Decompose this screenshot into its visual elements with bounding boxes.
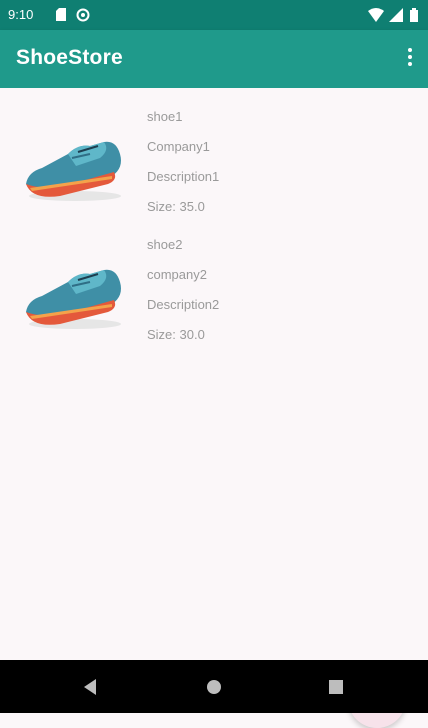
sim-card-icon — [56, 8, 66, 21]
recents-icon[interactable] — [326, 677, 346, 697]
shoe-description: Description2 — [147, 297, 220, 312]
shoe-size: Size: 30.0 — [147, 327, 205, 342]
shoe-list-item[interactable]: shoe1 Company1 Description1 Size: 35.0 — [0, 102, 428, 224]
shoe-image — [26, 269, 121, 329]
status-time: 9:10 — [8, 7, 34, 22]
shoe-company: company2 — [147, 267, 207, 282]
back-icon[interactable] — [80, 677, 100, 697]
shoe-name: shoe1 — [147, 109, 183, 124]
shoe-list-item[interactable]: shoe2 company2 Description2 Size: 30.0 — [0, 230, 428, 352]
shoe-size: Size: 35.0 — [147, 199, 205, 214]
wifi-icon — [368, 8, 384, 22]
data-saver-icon — [76, 8, 90, 22]
shoe-description: Description1 — [147, 169, 220, 184]
navigation-bar — [0, 660, 428, 713]
app-title: ShoeStore — [16, 46, 123, 69]
shoe-company: Company1 — [147, 139, 210, 154]
more-vert-icon[interactable] — [406, 48, 414, 70]
status-bar: 9:10 — [0, 0, 428, 30]
battery-icon — [410, 8, 418, 22]
cellular-signal-icon — [389, 8, 403, 22]
app-bar: ShoeStore — [0, 30, 428, 88]
home-icon[interactable] — [204, 677, 224, 697]
shoe-details: shoe2 company2 Description2 Size: 30.0 — [147, 230, 219, 350]
shoe-list: shoe1 Company1 Description1 Size: 35.0 s… — [0, 88, 428, 728]
shoe-image — [26, 141, 121, 201]
shoe-name: shoe2 — [147, 237, 183, 252]
shoe-details: shoe1 Company1 Description1 Size: 35.0 — [147, 102, 219, 222]
